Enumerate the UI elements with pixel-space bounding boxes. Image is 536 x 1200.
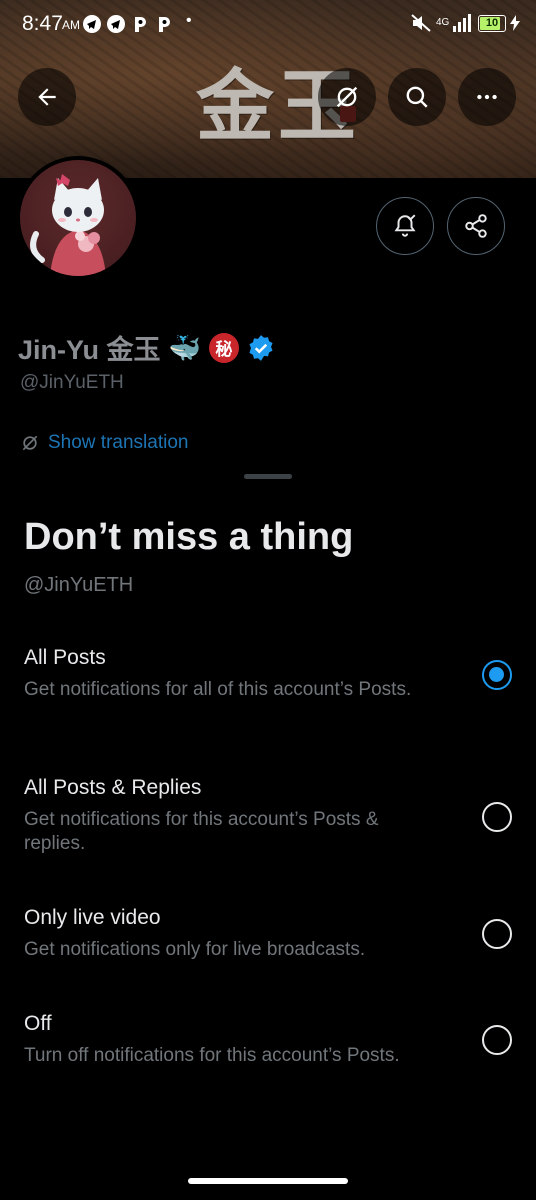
notification-bell-button[interactable] — [376, 197, 434, 255]
status-time: 8:47 — [22, 12, 63, 35]
charging-icon — [510, 15, 520, 31]
search-button[interactable] — [388, 68, 446, 126]
avatar-image — [20, 160, 136, 276]
secret-badge: 秘 — [208, 332, 239, 363]
home-indicator[interactable] — [188, 1178, 348, 1184]
option-description: Get notifications for this account’s Pos… — [24, 809, 379, 854]
share-button[interactable] — [447, 197, 505, 255]
mute-icon — [411, 14, 431, 32]
arrow-left-icon — [38, 88, 56, 106]
more-options-button[interactable] — [458, 68, 516, 126]
whale-emoji: 🐳 — [168, 332, 201, 363]
battery-level: 10 — [485, 17, 499, 29]
battery-indicator: 10 — [478, 14, 506, 32]
radio-all-posts-replies[interactable] — [482, 802, 512, 832]
p-icon — [135, 17, 146, 32]
option-title: Off — [24, 1012, 52, 1035]
share-icon — [465, 214, 487, 238]
search-icon — [406, 86, 428, 108]
telegram-icon — [107, 15, 125, 33]
status-ampm: AM — [62, 18, 80, 32]
radio-all-posts[interactable] — [482, 660, 512, 690]
verified-badge-icon[interactable] — [247, 334, 275, 362]
option-title: All Posts & Replies — [24, 776, 202, 799]
radio-off[interactable] — [482, 1025, 512, 1055]
option-description: Turn off notifications for this account’… — [24, 1045, 400, 1066]
sheet-grabber[interactable] — [244, 474, 292, 479]
network-type: 4G — [436, 17, 450, 28]
translate-slash-icon — [336, 86, 358, 108]
option-title: All Posts — [24, 646, 106, 669]
profile-display-name: Jin-Yu 金玉 — [18, 335, 161, 365]
status-bar: 8:47 AM • 4G 10 — [0, 0, 536, 48]
option-title: Only live video — [24, 906, 161, 929]
back-button[interactable] — [18, 68, 76, 126]
translate-slash-icon — [22, 435, 38, 451]
show-translation-label: Show translation — [48, 432, 189, 453]
profile-name-row: Jin-Yu 金玉 🐳 秘 — [18, 328, 275, 367]
option-description: Get notifications for all of this accoun… — [24, 679, 412, 700]
sheet-title: Don’t miss a thing — [24, 516, 354, 558]
notification-settings-sheet: Don’t miss a thing @JinYuETH All Posts G… — [0, 458, 536, 1200]
p-icon — [159, 17, 170, 32]
cat-avatar-illustration — [30, 174, 106, 276]
profile-handle: @JinYuETH — [20, 372, 124, 393]
show-translation-link[interactable]: Show translation — [20, 432, 188, 454]
bell-check-icon — [394, 214, 416, 237]
notification-dot: • — [186, 12, 192, 29]
profile-avatar[interactable] — [16, 156, 140, 280]
telegram-icon — [83, 15, 101, 33]
translate-button[interactable] — [318, 68, 376, 126]
signal-icon — [453, 14, 471, 32]
sheet-handle: @JinYuETH — [24, 574, 134, 596]
option-description: Get notifications only for live broadcas… — [24, 939, 366, 960]
radio-only-live-video[interactable] — [482, 919, 512, 949]
more-horizontal-icon — [477, 94, 497, 100]
